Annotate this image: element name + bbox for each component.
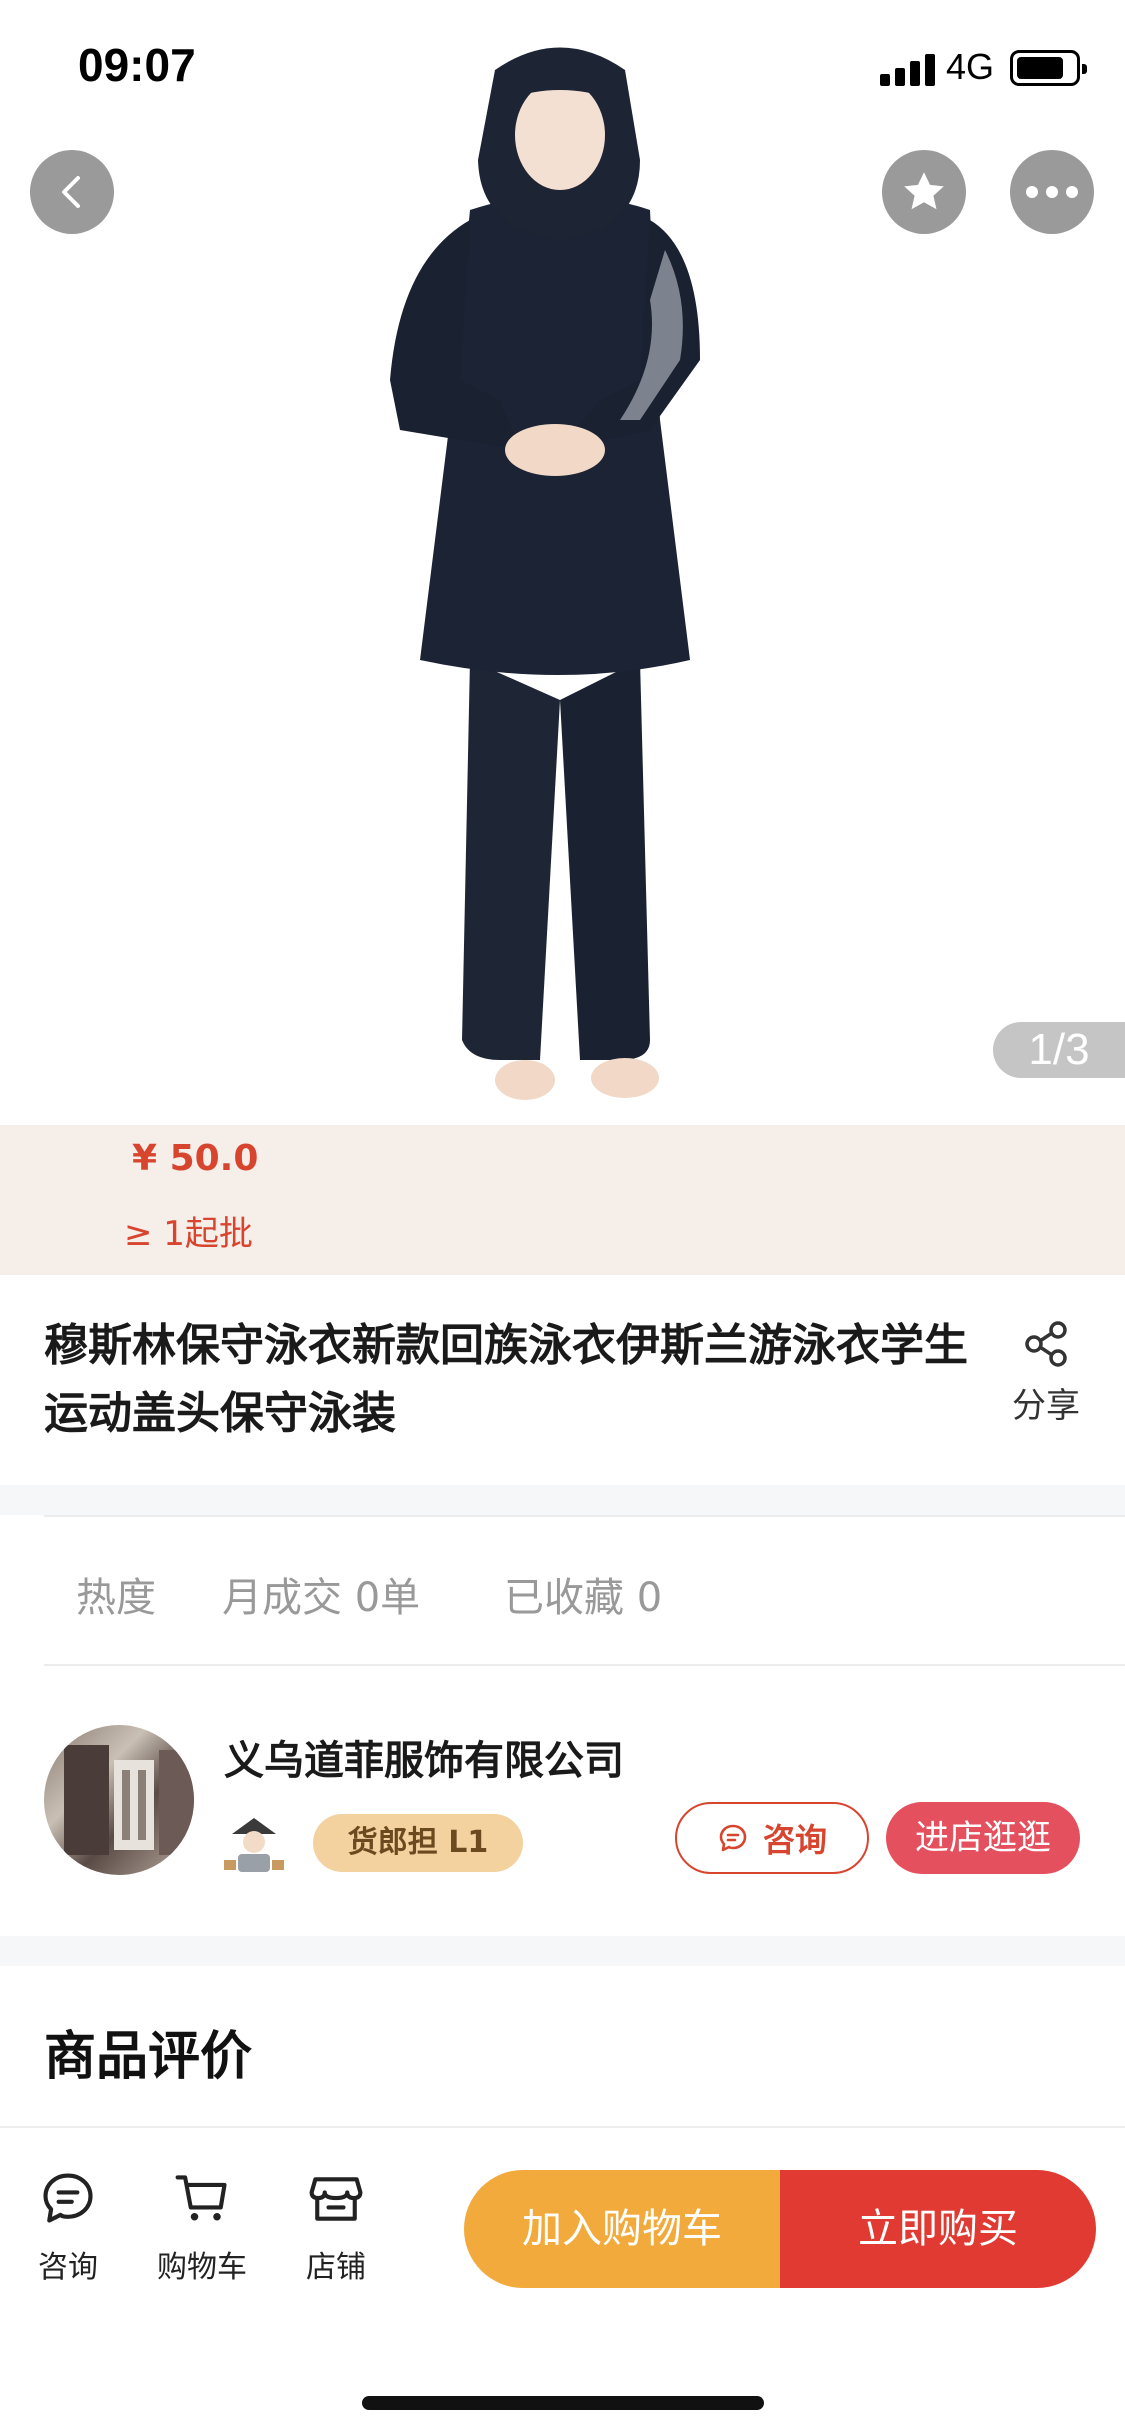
product-detail-page: 1/3 09:07 4G ¥ 50.0 ≥ 1起批 穆斯林保守泳衣新款回族泳衣伊… bbox=[0, 0, 1125, 2436]
share-label: 分享 bbox=[1012, 1386, 1080, 1426]
favorites-count: 已收藏 0 bbox=[504, 1575, 663, 1621]
min-order-quantity: ≥ 1起批 bbox=[124, 1214, 253, 1254]
seller-level-badge: 货郎担 L1 bbox=[313, 1814, 523, 1872]
divider bbox=[44, 1515, 1125, 1517]
product-title: 穆斯林保守泳衣新款回族泳衣伊斯兰游泳衣学生运动盖头保守泳装 bbox=[44, 1320, 968, 1439]
image-page-indicator: 1/3 bbox=[993, 1022, 1125, 1078]
status-bar: 09:07 4G bbox=[0, 0, 1125, 140]
shop-consult-label: 咨询 bbox=[762, 1821, 827, 1859]
monthly-sales: 月成交 0单 bbox=[222, 1575, 421, 1621]
store-icon bbox=[309, 2177, 363, 2221]
storefront-photo bbox=[64, 1745, 194, 1855]
section-divider bbox=[0, 1485, 1125, 1515]
cart-icon bbox=[175, 2175, 227, 2221]
favorite-button[interactable] bbox=[882, 150, 966, 234]
chat-icon bbox=[719, 1824, 747, 1852]
chevron-left-icon bbox=[62, 176, 80, 208]
more-dots-icon bbox=[1026, 186, 1078, 198]
heat-label: 热度 bbox=[76, 1575, 156, 1621]
enter-shop-button[interactable]: 进店逛逛 bbox=[886, 1802, 1080, 1874]
signal-icon bbox=[880, 52, 936, 86]
shop-consult-button[interactable]: 咨询 bbox=[675, 1802, 869, 1874]
reviews-section-title: 商品评价 bbox=[44, 2027, 253, 2087]
tab-label: 店铺 bbox=[306, 2250, 366, 2285]
more-button[interactable] bbox=[1010, 150, 1094, 234]
divider bbox=[44, 1664, 1125, 1666]
vendor-avatar-icon bbox=[224, 1818, 284, 1872]
battery-icon bbox=[1010, 50, 1087, 86]
shop-avatar[interactable] bbox=[44, 1725, 194, 1875]
tab-cart[interactable]: 购物车 bbox=[142, 2168, 262, 2286]
section-divider bbox=[0, 1936, 1125, 1966]
add-to-cart-button[interactable]: 加入购物车 bbox=[464, 2170, 780, 2288]
tab-consult[interactable]: 咨询 bbox=[8, 2168, 128, 2286]
tab-store[interactable]: 店铺 bbox=[276, 2168, 396, 2286]
shop-name[interactable]: 义乌道菲服饰有限公司 bbox=[224, 1728, 624, 1786]
buy-now-button[interactable]: 立即购买 bbox=[780, 2170, 1096, 2288]
share-icon bbox=[1025, 1321, 1067, 1367]
status-time: 09:07 bbox=[78, 39, 196, 91]
tab-label: 咨询 bbox=[38, 2250, 98, 2285]
home-indicator[interactable] bbox=[362, 2396, 764, 2410]
share-button[interactable]: 分享 bbox=[1000, 1320, 1092, 1427]
product-price: ¥ 50.0 bbox=[132, 1138, 259, 1179]
chat-icon bbox=[43, 2173, 93, 2223]
tab-label: 购物车 bbox=[157, 2250, 247, 2285]
star-icon bbox=[904, 172, 944, 210]
back-button[interactable] bbox=[30, 150, 114, 234]
network-type: 4G bbox=[946, 46, 995, 87]
